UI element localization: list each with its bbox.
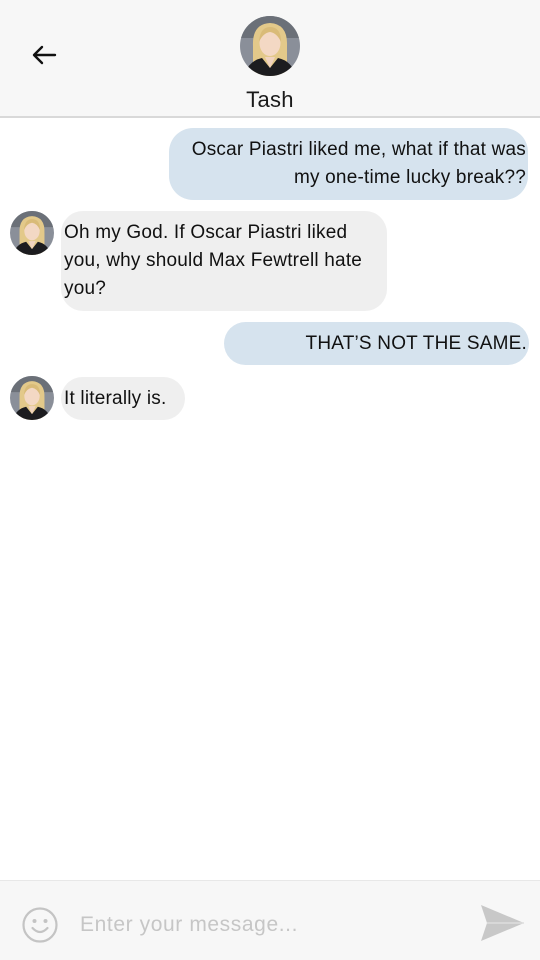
back-button[interactable] (26, 38, 62, 72)
message-input[interactable] (80, 907, 460, 943)
message-composer (0, 880, 540, 960)
send-icon (481, 905, 524, 941)
message-list: Oscar Piastri liked me, what if that was… (0, 120, 540, 880)
arrow-left-icon (32, 45, 57, 65)
message-avatar (10, 211, 54, 255)
message-avatar (10, 376, 54, 420)
contact-avatar[interactable] (240, 16, 300, 76)
smiley-icon (22, 907, 58, 943)
message-bubble-outgoing: THAT’S NOT THE SAME. (224, 322, 529, 365)
chat-header: Tash (0, 0, 540, 118)
message-bubble-incoming: It literally is. (61, 377, 185, 420)
contact-name: Tash (246, 87, 294, 112)
message-bubble-incoming: Oh my God. If Oscar Piastri liked you, w… (61, 211, 387, 311)
emoji-button[interactable] (21, 906, 59, 944)
send-button[interactable] (478, 902, 526, 944)
message-bubble-outgoing: Oscar Piastri liked me, what if that was… (169, 128, 528, 200)
